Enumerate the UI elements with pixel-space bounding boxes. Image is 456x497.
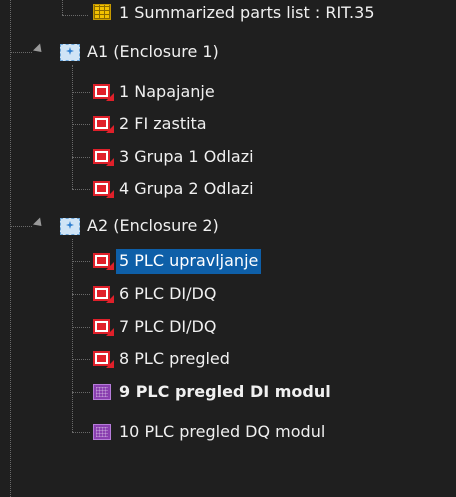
tree-item-page-4[interactable]: 4 Grupa 2 Odlazi <box>92 174 257 204</box>
parts-list-icon <box>92 4 114 22</box>
tree-item-label: 5 PLC upravljanje <box>116 248 262 274</box>
tree-item-page-6[interactable]: 6 PLC DI/DQ <box>92 279 219 309</box>
tree-item-enclosure-a2[interactable]: A2 (Enclosure 2) <box>58 211 222 241</box>
tree-guide-line <box>72 65 73 189</box>
tree-item-page-3[interactable]: 3 Grupa 1 Odlazi <box>92 142 257 172</box>
tree-guide-line <box>72 124 90 125</box>
schematic-page-icon <box>92 350 114 368</box>
schematic-page-icon <box>92 285 114 303</box>
tree-guide-line <box>72 239 73 432</box>
tree-item-label: 6 PLC DI/DQ <box>119 283 217 303</box>
graphic-page-icon <box>92 423 114 441</box>
schematic-page-icon <box>92 252 114 270</box>
tree-item-label: 7 PLC DI/DQ <box>119 316 217 336</box>
tree-item-label: 1 Summarized parts list : RIT.35 <box>119 2 375 22</box>
tree-item-page-8[interactable]: 8 PLC pregled <box>92 344 233 374</box>
tree-item-label: 9 PLC pregled DI modul <box>119 381 331 401</box>
tree-guide-line <box>72 432 90 433</box>
tree-item-label: A2 (Enclosure 2) <box>87 215 219 235</box>
tree-guide-line <box>72 359 90 360</box>
tree-item-label: 3 Grupa 1 Odlazi <box>119 146 254 166</box>
tree-item-page-5[interactable]: 5 PLC upravljanje <box>92 246 262 276</box>
tree-guide-line <box>72 157 90 158</box>
tree-guide-line <box>10 52 32 53</box>
tree-item-page-1[interactable]: 1 Napajanje <box>92 77 218 107</box>
tree-guide-line <box>72 392 90 393</box>
tree-guide-line <box>72 327 90 328</box>
tree-guide-line <box>62 15 88 16</box>
schematic-page-icon <box>92 148 114 166</box>
expanded-arrow-icon[interactable] <box>32 217 46 230</box>
tree-item-label: 4 Grupa 2 Odlazi <box>119 178 254 198</box>
enclosure-icon <box>58 216 82 236</box>
tree-guide-line <box>72 92 90 93</box>
tree-guide-line <box>72 261 90 262</box>
expanded-arrow-icon[interactable] <box>32 43 46 56</box>
tree-item-enclosure-a1[interactable]: A1 (Enclosure 1) <box>58 37 222 67</box>
tree-guide-line <box>72 294 90 295</box>
schematic-page-icon <box>92 318 114 336</box>
tree-item-page-2[interactable]: 2 FI zastita <box>92 109 210 139</box>
tree-item-label: A1 (Enclosure 1) <box>87 41 219 61</box>
tree-item-page-9[interactable]: 9 PLC pregled DI modul <box>92 377 334 407</box>
project-tree[interactable]: 1 Summarized parts list : RIT.35 A1 (Enc… <box>0 0 456 497</box>
graphic-page-icon <box>92 383 114 401</box>
tree-item-page-7[interactable]: 7 PLC DI/DQ <box>92 312 219 342</box>
tree-item-page-10[interactable]: 10 PLC pregled DQ modul <box>92 417 328 447</box>
tree-item-label: 8 PLC pregled <box>119 348 230 368</box>
tree-guide-line <box>10 0 11 497</box>
tree-item-label: 10 PLC pregled DQ modul <box>119 421 326 441</box>
tree-guide-line <box>10 226 32 227</box>
tree-item-summarized-parts-list[interactable]: 1 Summarized parts list : RIT.35 <box>92 0 378 28</box>
tree-guide-line <box>72 189 90 190</box>
tree-item-label: 2 FI zastita <box>119 113 207 133</box>
schematic-page-icon <box>92 115 114 133</box>
tree-guide-line <box>62 0 63 15</box>
enclosure-icon <box>58 42 82 62</box>
schematic-page-icon <box>92 83 114 101</box>
tree-item-label: 1 Napajanje <box>119 81 215 101</box>
schematic-page-icon <box>92 180 114 198</box>
